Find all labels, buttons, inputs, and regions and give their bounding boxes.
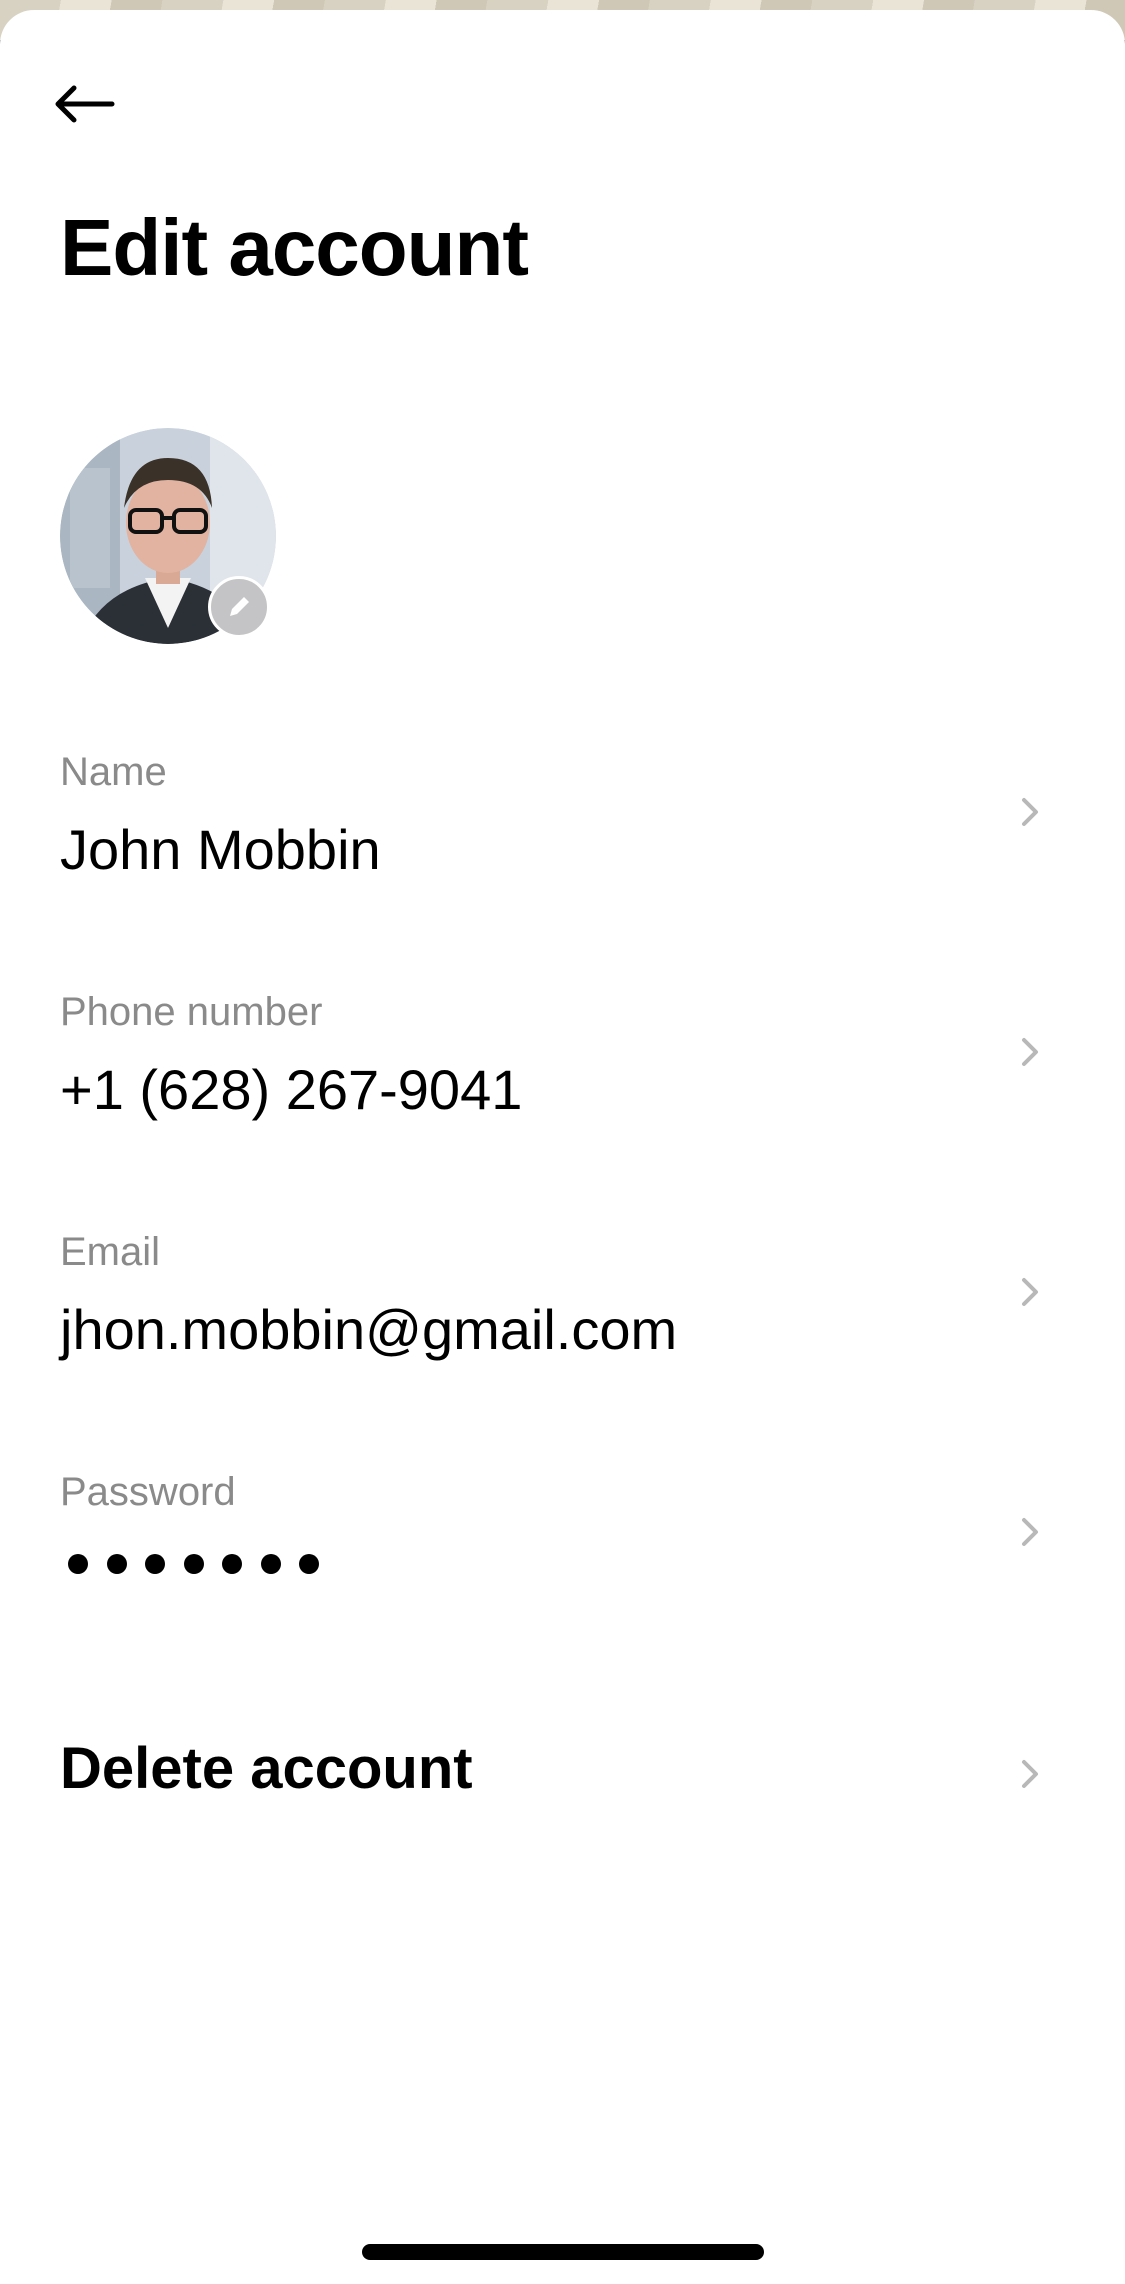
password-dot (145, 1554, 165, 1574)
delete-account-row[interactable]: Delete account (0, 1710, 1125, 1830)
email-row[interactable]: Email jhon.mobbin@gmail.com (0, 1210, 1125, 1360)
phone-number-row[interactable]: Phone number +1 (628) 267-9041 (0, 970, 1125, 1120)
phone-number-label: Phone number (60, 990, 323, 1034)
name-label: Name (60, 750, 167, 794)
edit-account-sheet: Edit account Name John Mobbin Phone numb… (0, 10, 1125, 2284)
name-value: John Mobbin (60, 818, 381, 881)
chevron-right-icon (1022, 1760, 1038, 1788)
avatar-edit-badge[interactable] (208, 576, 270, 638)
password-dot (260, 1554, 281, 1574)
back-button[interactable] (48, 68, 120, 140)
chevron-right-icon (1022, 1038, 1038, 1066)
arrow-left-icon (55, 85, 115, 123)
password-dot (222, 1554, 242, 1574)
avatar-button[interactable] (60, 428, 276, 644)
email-value: jhon.mobbin@gmail.com (60, 1298, 678, 1361)
password-label: Password (60, 1470, 236, 1514)
name-row[interactable]: Name John Mobbin (0, 730, 1125, 880)
password-masked-value (68, 1554, 319, 1574)
chevron-right-icon (1022, 1518, 1038, 1546)
page-title: Edit account (60, 203, 529, 292)
chevron-right-icon (1022, 1278, 1038, 1306)
home-indicator (362, 2244, 764, 2260)
password-row[interactable]: Password (0, 1450, 1125, 1600)
chevron-right-icon (1022, 798, 1038, 826)
phone-number-value: +1 (628) 267-9041 (60, 1058, 523, 1121)
password-dot (106, 1554, 127, 1574)
delete-account-label: Delete account (60, 1736, 473, 1801)
password-dot (68, 1554, 88, 1574)
password-dot (299, 1554, 319, 1574)
pencil-icon (230, 597, 249, 616)
email-label: Email (60, 1230, 161, 1274)
password-dot (183, 1554, 204, 1574)
